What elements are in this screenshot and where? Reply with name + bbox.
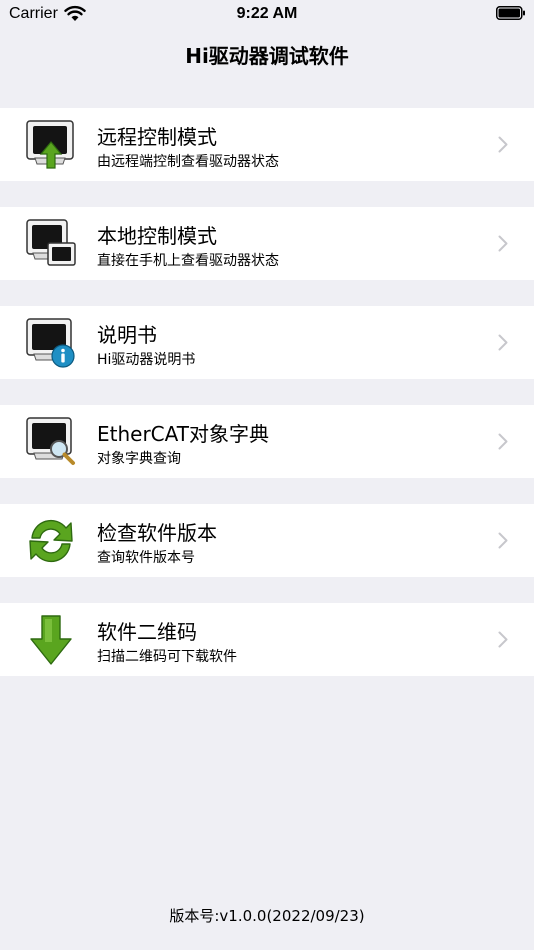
menu-list: 远程控制模式 由远程端控制查看驱动器状态 本地控制模式 直接在手机上查看驱动器状… — [0, 108, 534, 702]
menu-item-subtitle: 对象字典查询 — [97, 451, 181, 467]
chevron-right-icon — [498, 235, 508, 252]
menu-item-subtitle: Hi驱动器说明书 — [97, 352, 196, 368]
version-label: 版本号:v1.0.0(2022/09/23) — [169, 907, 365, 925]
menu-item-title: 远程控制模式 — [97, 125, 217, 149]
menu-item-subtitle: 直接在手机上查看驱动器状态 — [97, 253, 279, 269]
status-bar: Carrier 9:22 AM — [0, 0, 534, 30]
menu-item-remote-control[interactable]: 远程控制模式 由远程端控制查看驱动器状态 — [0, 108, 534, 181]
chevron-right-icon — [498, 334, 508, 351]
battery-icon — [496, 6, 525, 20]
monitor-info-icon — [26, 318, 75, 368]
monitor-search-icon — [26, 417, 75, 465]
menu-item-subtitle: 查询软件版本号 — [97, 550, 195, 566]
download-arrow-icon — [30, 615, 72, 665]
clock-time: 9:22 AM — [236, 5, 298, 22]
menu-item-title: 说明书 — [97, 323, 157, 347]
menu-item-ethercat-dictionary[interactable]: EtherCAT对象字典 对象字典查询 — [0, 405, 534, 478]
menu-item-title: EtherCAT对象字典 — [97, 422, 269, 446]
menu-item-local-control[interactable]: 本地控制模式 直接在手机上查看驱动器状态 — [0, 207, 534, 280]
monitor-local-icon — [26, 219, 76, 266]
chevron-right-icon — [498, 136, 508, 153]
refresh-icon — [29, 519, 73, 563]
chevron-right-icon — [498, 631, 508, 648]
menu-item-title: 检查软件版本 — [97, 521, 217, 545]
menu-item-manual[interactable]: 说明书 Hi驱动器说明书 — [0, 306, 534, 379]
menu-item-check-version[interactable]: 检查软件版本 查询软件版本号 — [0, 504, 534, 577]
menu-item-subtitle: 扫描二维码可下载软件 — [97, 649, 237, 665]
chevron-right-icon — [498, 433, 508, 450]
monitor-upload-icon — [26, 120, 74, 169]
menu-item-title: 软件二维码 — [97, 620, 197, 644]
menu-item-title: 本地控制模式 — [97, 224, 217, 248]
page-title: Hi驱动器调试软件 — [185, 44, 349, 68]
menu-item-subtitle: 由远程端控制查看驱动器状态 — [97, 154, 279, 170]
menu-item-qr-code[interactable]: 软件二维码 扫描二维码可下载软件 — [0, 603, 534, 676]
chevron-right-icon — [498, 532, 508, 549]
